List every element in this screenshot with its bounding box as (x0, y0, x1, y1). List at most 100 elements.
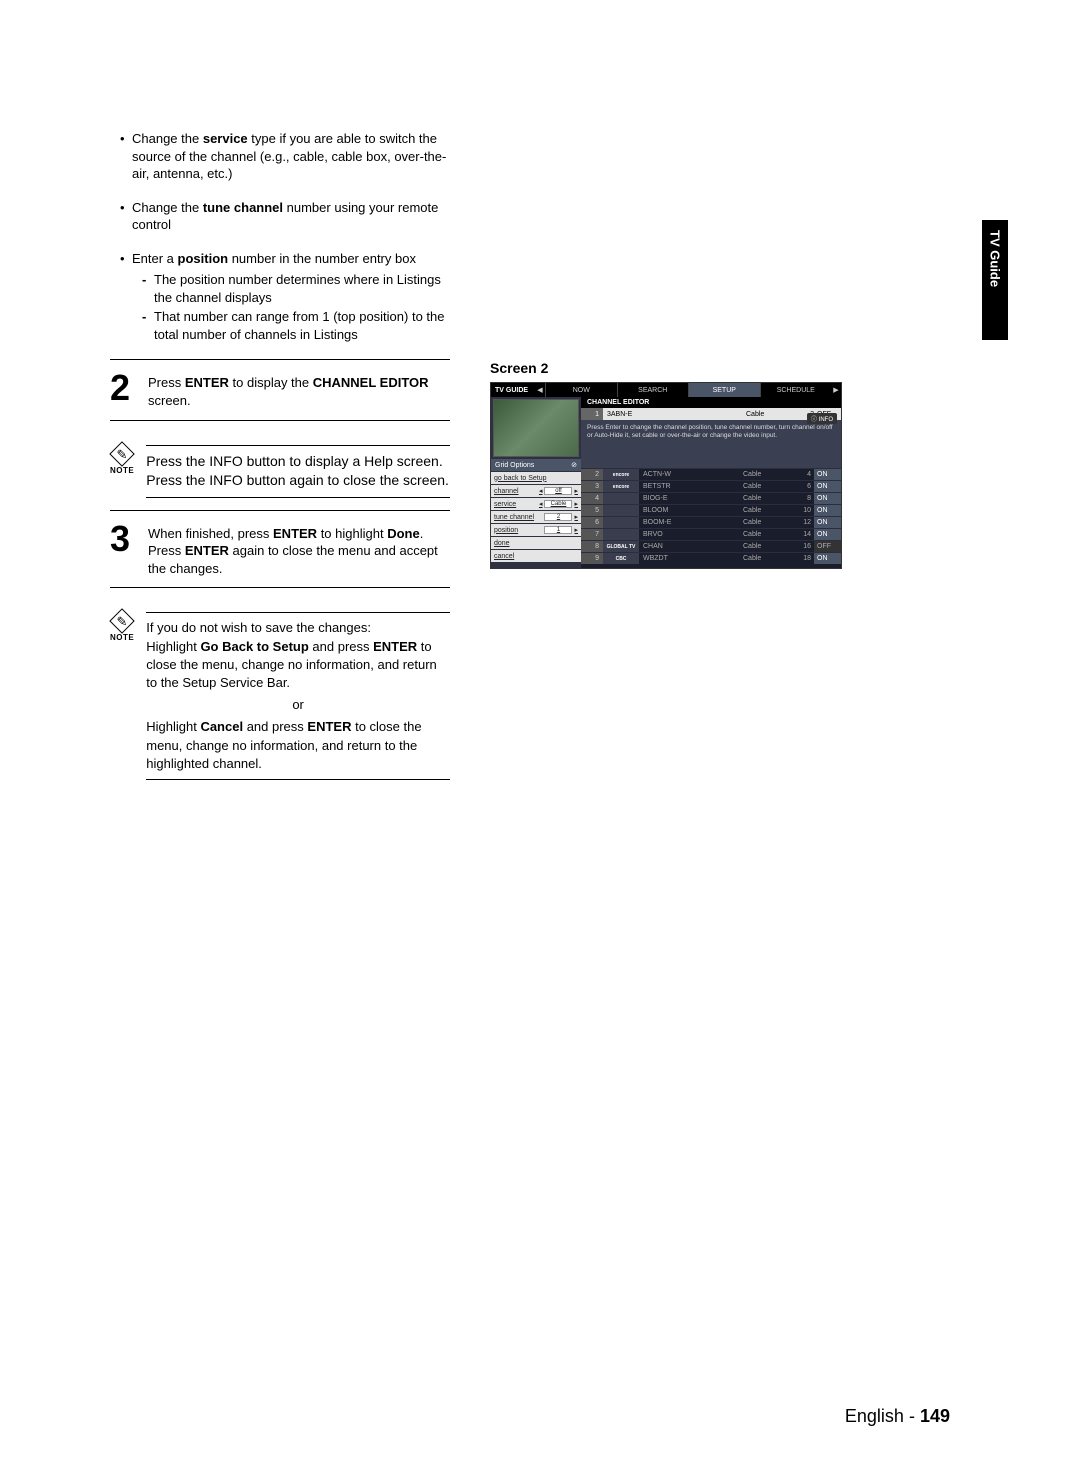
grid-option-row: go back to Setup (491, 472, 581, 484)
chevron-icon: ▸ (574, 526, 578, 534)
note-label: NOTE (110, 467, 134, 475)
right-column: Screen 2 TV GUIDE ◀ NOW SEARCH SETUP SCH… (490, 130, 840, 780)
arrow-right-icon: ▶ (831, 386, 841, 394)
bullet-item: Change the service type if you are able … (120, 130, 450, 183)
note-label: NOTE (110, 634, 134, 642)
text: Press (148, 543, 185, 558)
channel-num: 8 (581, 541, 603, 552)
text: to display the (229, 375, 313, 390)
option-value: 2 (544, 513, 572, 521)
footer-lang: English - (845, 1406, 920, 1426)
option-label: position (494, 527, 518, 534)
channel-num: 9 (581, 553, 603, 564)
option-value: 1 (544, 526, 572, 534)
channel-service: Cable (743, 483, 793, 490)
channel-logo (603, 517, 639, 528)
bold-text: ENTER (273, 526, 317, 541)
text: When finished, press (148, 526, 273, 541)
channel-tune: 10 (793, 507, 814, 514)
note-1: ✎ NOTE Press the INFO button to display … (110, 445, 450, 498)
option-value: off (544, 487, 572, 495)
option-value: Cable (544, 500, 572, 508)
text: Enter a (132, 251, 178, 266)
bold-text: ENTER (185, 543, 229, 558)
option-label: go back to Setup (494, 475, 547, 482)
channel-tune: 14 (793, 531, 814, 538)
bold-text: Cancel (200, 719, 243, 734)
channel-logo (603, 529, 639, 540)
channel-tune: 12 (793, 519, 814, 526)
channel-num: 4 (581, 493, 603, 504)
step-number: 2 (110, 370, 136, 406)
tab-setup: SETUP (688, 383, 760, 397)
bold-text: ENTER (307, 719, 351, 734)
channel-state: ON (814, 493, 841, 504)
channel-logo (603, 493, 639, 504)
channel-service: Cable (743, 531, 793, 538)
text: Change the (132, 131, 203, 146)
channel-num: 7 (581, 529, 603, 540)
bold-text: ENTER (185, 375, 229, 390)
text: If you do not wish to save the changes: (146, 619, 450, 637)
note-body: Press the INFO button to display a Help … (146, 445, 450, 498)
grid-option-row: channel◂off▸ (491, 485, 581, 497)
grid-option-row: tune channel2▸ (491, 511, 581, 523)
screen-label: Screen 2 (490, 360, 840, 376)
tab-search: SEARCH (617, 383, 689, 397)
channel-row: 7BRVOCable14ON (581, 528, 841, 540)
bold-text: Go Back to Setup (200, 639, 308, 654)
channel-tune: 18 (793, 555, 814, 562)
channel-state: ON (814, 469, 841, 480)
channel-num: 5 (581, 505, 603, 516)
bold-text: position (178, 251, 229, 266)
channel-service: Cable (746, 411, 796, 418)
channel-state: ON (814, 517, 841, 528)
channel-tune: 16 (793, 543, 814, 550)
channel-service: Cable (743, 555, 793, 562)
chevron-icon: ▸ (574, 513, 578, 521)
channel-name: BRVO (639, 531, 743, 538)
channel-service: Cable (743, 543, 793, 550)
channel-logo: encore (603, 481, 639, 492)
tv-preview (493, 399, 579, 457)
chevron-icon: ▸ (574, 500, 578, 508)
step-2: 2 Press ENTER to display the CHANNEL EDI… (110, 359, 450, 420)
tv-guide-screenshot: TV GUIDE ◀ NOW SEARCH SETUP SCHEDULE ▶ G… (490, 382, 842, 569)
footer-page: 149 (920, 1406, 950, 1426)
note-body: If you do not wish to save the changes: … (146, 612, 450, 780)
tv-main: CHANNEL EDITOR 1 3ABN-E Cable 2 OFF ⓘ IN… (581, 397, 841, 568)
text: screen. (148, 393, 191, 408)
step-text: When finished, press ENTER to highlight … (148, 521, 450, 578)
channel-state: ON (814, 553, 841, 564)
channel-name: 3ABN-E (603, 411, 746, 418)
note-icon: ✎ NOTE (110, 612, 134, 642)
channel-service: Cable (743, 507, 793, 514)
channel-name: BLOOM (639, 507, 743, 514)
channel-row: 9CBCWBZDTCable18ON (581, 552, 841, 564)
sub-bullet: The position number determines where in … (142, 271, 450, 306)
text: Change the (132, 200, 203, 215)
sub-bullet: That number can range from 1 (top positi… (142, 308, 450, 343)
channel-row: 2encoreACTN-WCable4ON (581, 468, 841, 480)
channel-logo: GLOBAL TV (603, 541, 639, 552)
channel-tune: 8 (793, 495, 814, 502)
channel-editor-header: CHANNEL EDITOR (581, 397, 841, 408)
grid-option-row: service◂Cable▸ (491, 498, 581, 510)
option-label: cancel (494, 553, 514, 560)
channel-row: 6BOOM-ECable12ON (581, 516, 841, 528)
text: Grid Options (495, 462, 534, 469)
channel-num: 1 (581, 408, 603, 420)
option-label: channel (494, 488, 519, 495)
arrow-left-icon: ◀ (535, 386, 545, 394)
tv-topbar: TV GUIDE ◀ NOW SEARCH SETUP SCHEDULE ▶ (491, 383, 841, 397)
channel-service: Cable (743, 495, 793, 502)
grid-option-row: position 1▸ (491, 524, 581, 536)
channel-name: CHAN (639, 543, 743, 550)
channel-tune: 4 (793, 471, 814, 478)
tv-sidebar: Grid Options⊘ go back to Setupchannel◂of… (491, 397, 581, 568)
channel-name: BETSTR (639, 483, 743, 490)
tab-now: NOW (545, 383, 617, 397)
side-tab: TV Guide (982, 220, 1008, 340)
text: Press the INFO button to display a Help … (146, 453, 449, 489)
text: Highlight (146, 719, 200, 734)
